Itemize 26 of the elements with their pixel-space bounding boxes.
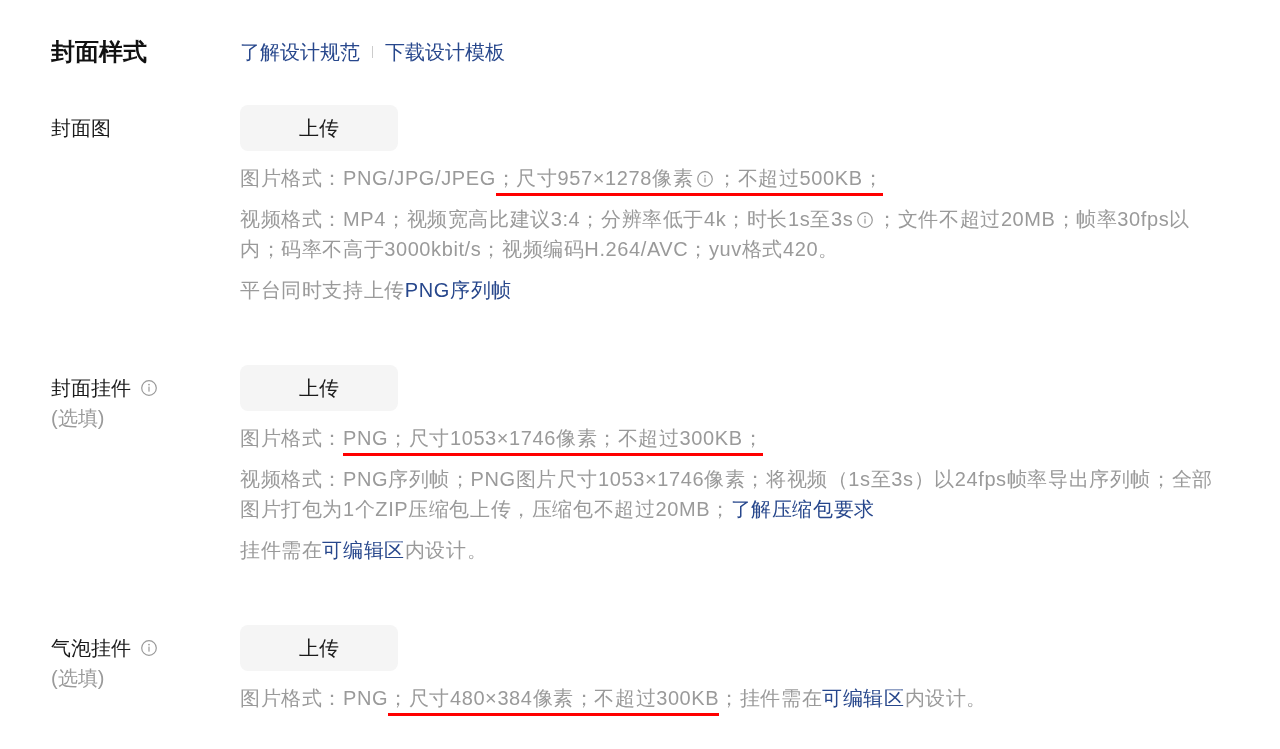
info-icon[interactable]: [697, 171, 714, 187]
info-icon[interactable]: [857, 212, 874, 228]
format-note: 平台同时支持上传PNG序列帧: [240, 278, 513, 303]
text-link[interactable]: 下载设计模板: [385, 37, 505, 67]
field-label: 封面挂件: [51, 376, 131, 401]
format-note: 视频格式：PNG序列帧；PNG图片尺寸1053×1746像素；将视频（1s至3s）以24fps帧率导出序列帧；全部图片打包为1个ZIP压缩包上传，压缩包不超过20MB；了解压缩包要求: [240, 467, 1214, 522]
section-title: 封面样式: [51, 37, 147, 67]
format-note: 图片格式：PNG；尺寸480×384像素；不超过300KB；挂件需在可编辑区内设计。: [240, 683, 1220, 713]
text-link[interactable]: PNG序列帧: [404, 279, 512, 301]
upload-button[interactable]: 上传: [240, 625, 398, 671]
optional-hint: (选填): [51, 406, 105, 431]
format-note: 视频格式：MP4；视频宽高比建议3:4；分辨率低于4k；时长1s至3s ；文件不超过20MB；帧率30fps以内；码率不高于3000kbit/s；视频编码H.264/AVC；yuv格式420。: [240, 207, 1191, 262]
format-note: 图片格式：PNG/JPG/JPEG；尺寸957×1278像素 ；不超过500KB；: [240, 163, 1220, 193]
format-note: 挂件需在可编辑区内设计。: [240, 538, 489, 563]
info-icon[interactable]: [141, 380, 157, 396]
info-icon[interactable]: [141, 640, 157, 656]
optional-hint: (选填): [51, 666, 105, 691]
upload-button[interactable]: 上传: [240, 365, 398, 411]
upload-button[interactable]: 上传: [240, 105, 398, 151]
field-label: 封面图: [51, 116, 111, 141]
text-link[interactable]: 了解设计规范: [240, 37, 360, 67]
text-link[interactable]: 可编辑区: [322, 539, 405, 561]
format-note: 图片格式：PNG；尺寸1053×1746像素；不超过300KB；: [240, 423, 1220, 453]
text-link[interactable]: 了解压缩包要求: [730, 498, 875, 520]
field-label: 气泡挂件: [51, 636, 131, 661]
text-link[interactable]: 可编辑区: [822, 687, 905, 709]
